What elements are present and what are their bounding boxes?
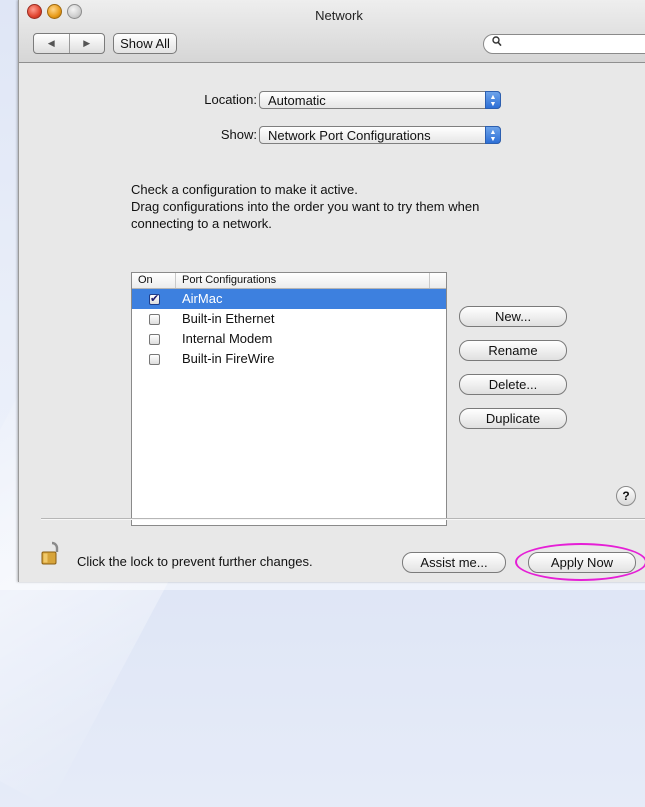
help-button[interactable]: ? (616, 486, 636, 506)
back-arrow-icon[interactable]: ◀ (34, 34, 69, 53)
highlight-annotation (515, 543, 645, 581)
instructions-text: Check a configuration to make it active.… (131, 181, 591, 232)
show-all-button[interactable]: Show All (113, 33, 177, 54)
port-configurations-table[interactable]: On Port Configurations ✔ AirMac Built-in… (131, 272, 447, 526)
popup-arrows-icon: ▲ ▼ (485, 126, 501, 144)
location-label: Location: (204, 92, 257, 107)
assist-me-button[interactable]: Assist me... (402, 552, 506, 573)
checkbox-on[interactable] (149, 334, 160, 345)
titlebar: Network ◀ ▶ Show All (19, 0, 645, 63)
instruction-line: Drag configurations into the order you w… (131, 199, 480, 214)
column-header-on[interactable]: On (132, 273, 176, 288)
column-header-spacer (429, 273, 446, 288)
instruction-line: Check a configuration to make it active. (131, 182, 358, 197)
checkbox-on[interactable] (149, 314, 160, 325)
forward-arrow-icon[interactable]: ▶ (68, 34, 105, 53)
port-name: Internal Modem (182, 331, 273, 346)
instruction-line: connecting to a network. (131, 216, 272, 231)
lock-icon[interactable] (41, 540, 63, 566)
port-name: Built-in FireWire (182, 351, 275, 366)
show-value: Network Port Configurations (268, 128, 431, 143)
new-button[interactable]: New... (459, 306, 567, 327)
show-label: Show: (220, 127, 257, 142)
location-popup[interactable]: Automatic ▲ ▼ (259, 91, 501, 109)
network-preferences-window: Network ◀ ▶ Show All Location: Automatic… (18, 0, 645, 582)
show-popup[interactable]: Network Port Configurations ▲ ▼ (259, 126, 501, 144)
port-name: Built-in Ethernet (182, 311, 275, 326)
popup-arrows-icon: ▲ ▼ (485, 91, 501, 109)
port-name: AirMac (182, 291, 223, 306)
window-title: Network (315, 8, 363, 23)
location-value: Automatic (268, 93, 326, 108)
duplicate-button[interactable]: Duplicate (459, 408, 567, 429)
checkbox-on[interactable] (149, 354, 160, 365)
rename-button[interactable]: Rename (459, 340, 567, 361)
table-row[interactable]: Built-in FireWire (132, 349, 446, 369)
table-header: On Port Configurations (132, 273, 446, 289)
divider (41, 518, 645, 520)
table-row[interactable]: Internal Modem (132, 329, 446, 349)
table-row[interactable]: Built-in Ethernet (132, 309, 446, 329)
delete-button[interactable]: Delete... (459, 374, 567, 395)
back-forward-control: ◀ ▶ (33, 33, 105, 54)
search-field[interactable] (483, 34, 645, 54)
content-pane: Location: Automatic ▲ ▼ Show: Network Por… (19, 63, 645, 582)
magnifier-icon (492, 36, 502, 50)
checkbox-on[interactable]: ✔ (149, 294, 160, 305)
lock-message: Click the lock to prevent further change… (77, 554, 313, 569)
column-header-port-configurations[interactable]: Port Configurations (182, 273, 276, 288)
table-row[interactable]: ✔ AirMac (132, 289, 446, 309)
